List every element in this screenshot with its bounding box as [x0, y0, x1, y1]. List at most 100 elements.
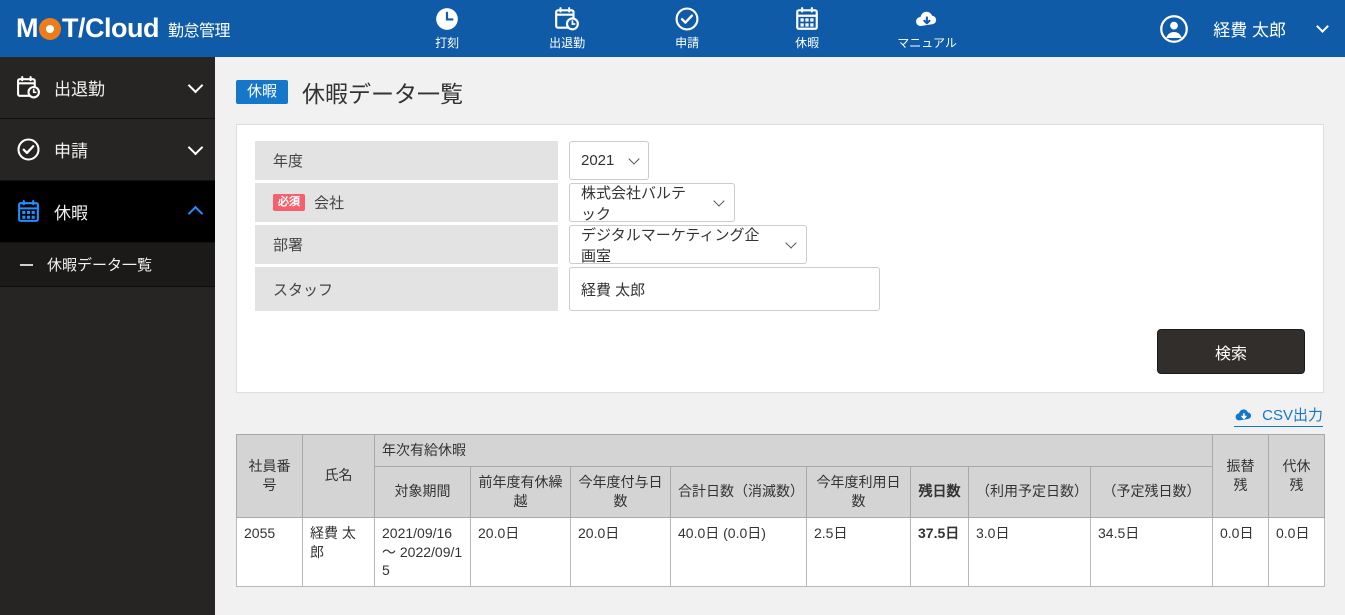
chevron-down-icon[interactable]: [1316, 20, 1329, 33]
cell-remaining: 37.5日: [910, 516, 969, 588]
cell-period: 2021/09/16 ～ 2022/09/15: [374, 516, 471, 588]
cell-granted: 20.0日: [570, 516, 671, 588]
form-label-year-text: 年度: [273, 153, 304, 170]
cell-carryover: 20.0日: [470, 516, 571, 588]
form-label-year: 年度: [255, 141, 558, 180]
chevron-down-icon: [628, 152, 641, 165]
nav-label-kyuka: 休暇: [795, 36, 820, 50]
chevron-down-icon[interactable]: [187, 77, 204, 93]
sidebar-label-shinsei: 申請: [54, 142, 88, 161]
sidebar-label-shuttaikin: 出退勤: [54, 80, 105, 99]
form-label-company-text: 会社: [314, 195, 345, 212]
sidebar-label-kyuka: 休暇: [54, 204, 88, 223]
clock-icon: [436, 8, 458, 30]
brand-logo[interactable]: M T/Cloud 勤怠管理: [0, 0, 231, 57]
main-content: 休暇 休暇データ一覧 年度 2021 必須 会社 株式会社バルテック 部署 デジ…: [215, 57, 1345, 615]
form-control-year: 2021: [558, 141, 1305, 180]
cell-employee-no: 2055: [236, 516, 303, 588]
nav-label-shinsei: 申請: [675, 36, 700, 50]
top-nav: 打刻 出退勤 申請 休暇 マニュアル: [275, 6, 1099, 51]
search-filter-panel: 年度 2021 必須 会社 株式会社バルテック 部署 デジタルマーケティング企画…: [236, 124, 1324, 393]
sidebar-item-shinsei[interactable]: 申請: [0, 119, 215, 181]
sidebar-item-shuttaikin[interactable]: 出退勤: [0, 57, 215, 119]
th-name: 氏名: [302, 434, 375, 518]
user-name-label: 経費 太郎: [1213, 21, 1286, 40]
staff-input[interactable]: [569, 267, 880, 311]
chevron-up-icon[interactable]: [187, 205, 204, 222]
form-row-department: 部署 デジタルマーケティング企画室: [255, 225, 1305, 265]
user-avatar-icon[interactable]: [1159, 14, 1189, 44]
table-header-row-top: 社員番号 氏名 年次有給休暇 振替残 代休残: [236, 434, 1325, 518]
form-label-staff-text: スタッフ: [273, 281, 334, 299]
th-substitute-remaining: 振替残: [1212, 434, 1269, 518]
page-category-badge: 休暇: [236, 80, 289, 104]
th-compensatory-remaining: 代休残: [1268, 434, 1325, 518]
calendar-clock-icon: [17, 76, 40, 99]
company-select-value: 株式会社バルテック: [581, 184, 687, 223]
required-badge: 必須: [273, 193, 305, 212]
cell-compensatory-remaining: 0.0日: [1268, 516, 1325, 588]
cell-planned-use: 3.0日: [968, 516, 1091, 588]
th-granted: 今年度付与日数: [570, 465, 671, 518]
csv-export-link[interactable]: CSV出力: [1234, 404, 1323, 427]
year-select[interactable]: 2021: [569, 141, 649, 180]
nav-label-shuttaikin: 出退勤: [549, 36, 586, 50]
th-planned-remaining: （予定残日数）: [1090, 465, 1213, 518]
company-select[interactable]: 株式会社バルテック: [569, 183, 735, 223]
year-select-value: 2021: [581, 152, 615, 169]
cell-substitute-remaining: 0.0日: [1212, 516, 1269, 588]
sidebar-sublabel-kyuka-data-list: 休暇データ一覧: [47, 257, 153, 274]
cell-planned-remaining: 34.5日: [1090, 516, 1213, 588]
leave-data-table-wrapper: 社員番号 氏名 年次有給休暇 振替残 代休残 対象期間 前年度有休繰越 今年度付…: [236, 434, 1325, 588]
cloud-download-icon: [916, 11, 937, 27]
form-label-department-text: 部署: [273, 237, 304, 254]
calendar-grid-icon: [18, 200, 39, 222]
th-period: 対象期間: [374, 465, 471, 518]
sidebar-item-kyuka-data-list[interactable]: 休暇データ一覧: [0, 243, 215, 287]
department-select[interactable]: デジタルマーケティング企画室: [569, 225, 807, 265]
logo-rest: T/Cloud: [62, 13, 159, 43]
calendar-grid-icon: [796, 7, 818, 30]
form-label-staff: スタッフ: [255, 267, 558, 311]
check-circle-icon: [675, 7, 699, 31]
th-group-annual-leave: 年次有給休暇: [374, 434, 1213, 467]
form-control-company: 株式会社バルテック: [558, 183, 1305, 223]
nav-item-manual[interactable]: マニュアル: [889, 6, 965, 51]
chevron-down-icon: [713, 194, 725, 207]
search-button-row: 検索: [255, 329, 1305, 374]
page-title: 休暇データ一覧: [302, 81, 464, 107]
cell-used: 2.5日: [806, 516, 911, 588]
nav-item-dakoku[interactable]: 打刻: [409, 6, 485, 51]
table-header-row-sub: 対象期間 前年度有休繰越 今年度付与日数 合計日数（消滅数） 今年度利用日数 残…: [237, 465, 1325, 518]
form-row-year: 年度 2021: [255, 141, 1305, 180]
nav-item-kyuka[interactable]: 休暇: [769, 6, 845, 51]
nav-item-shinsei[interactable]: 申請: [649, 6, 725, 51]
cell-total: 40.0日 (0.0日): [670, 516, 807, 588]
th-remaining: 残日数: [910, 465, 969, 518]
sidebar-item-kyuka[interactable]: 休暇: [0, 181, 215, 243]
check-circle-icon: [17, 138, 40, 161]
search-button[interactable]: 検索: [1157, 329, 1305, 374]
form-label-department: 部署: [255, 225, 558, 264]
nav-item-shuttaikin[interactable]: 出退勤: [529, 6, 605, 51]
th-used: 今年度利用日数: [806, 465, 911, 518]
nav-label-dakoku: 打刻: [435, 36, 460, 50]
department-select-value: デジタルマーケティング企画室: [581, 226, 760, 265]
chevron-down-icon[interactable]: [187, 139, 204, 155]
logo-text: M T/Cloud 勤怠管理: [16, 13, 231, 44]
form-row-staff: スタッフ: [255, 267, 1305, 311]
logo-m: M: [16, 13, 39, 43]
user-menu[interactable]: 経費 太郎: [1159, 14, 1345, 44]
csv-export-row: CSV出力: [215, 404, 1323, 427]
page-header: 休暇 休暇データ一覧: [215, 57, 1345, 119]
top-header-bar: M T/Cloud 勤怠管理 打刻 出退勤 申請 休暇 マニュアル 経費 太郎: [0, 0, 1345, 57]
th-planned-use: （利用予定日数）: [968, 465, 1091, 518]
dash-icon: [20, 263, 33, 266]
calendar-clock-icon: [555, 7, 580, 31]
sidebar: 出退勤 申請 休暇 休暇データ一覧: [0, 57, 215, 615]
csv-export-label: CSV出力: [1262, 407, 1323, 424]
leave-data-table: 社員番号 氏名 年次有給休暇 振替残 代休残 対象期間 前年度有休繰越 今年度付…: [236, 434, 1325, 588]
form-control-department: デジタルマーケティング企画室: [558, 225, 1305, 265]
form-control-staff: [558, 267, 1305, 311]
table-row: 2055 経費 太郎 2021/09/16 ～ 2022/09/15 20.0日…: [236, 516, 1325, 588]
